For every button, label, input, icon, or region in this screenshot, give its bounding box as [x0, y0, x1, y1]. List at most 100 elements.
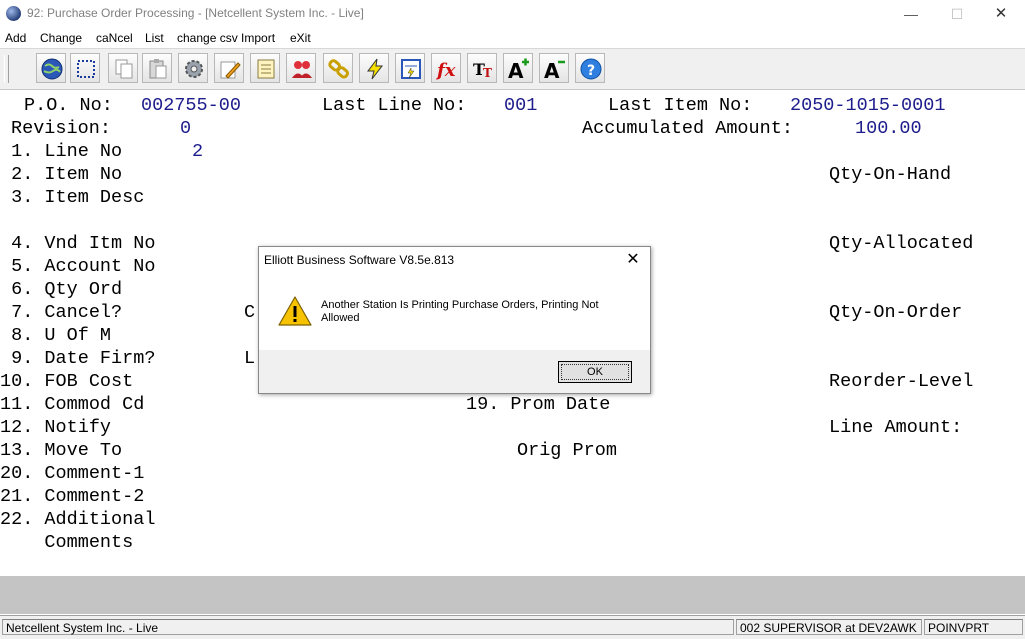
globe-button[interactable] — [36, 53, 66, 83]
settings-gear-icon — [185, 60, 203, 78]
commod-cd-label: 11. Commod Cd — [0, 394, 145, 415]
line-no-value[interactable]: 2 — [192, 140, 203, 163]
menu-add[interactable]: Add — [5, 31, 26, 45]
menu-list[interactable]: List — [145, 31, 164, 45]
revision-value: 0 — [180, 118, 192, 139]
warning-icon — [278, 296, 312, 326]
menu-exit[interactable]: eXit — [290, 31, 311, 45]
status-program: POINVPRT — [924, 619, 1023, 635]
toolbar-grip — [4, 55, 9, 83]
help-button[interactable]: ? — [575, 53, 605, 83]
status-company: Netcellent System Inc. - Live — [2, 619, 734, 635]
accumulated-amount-value: 100.00 — [855, 118, 922, 139]
reorder-level-label: Reorder-Level — [829, 371, 974, 392]
svg-text:T: T — [483, 66, 492, 80]
font-increase-icon: A — [508, 58, 529, 81]
po-number-value[interactable]: 002755-00 — [141, 94, 241, 117]
copy-button[interactable] — [108, 53, 138, 83]
link-button[interactable] — [323, 53, 353, 83]
window-title: 92: Purchase Order Processing - [Netcell… — [27, 6, 364, 20]
account-no-label: 5. Account No — [0, 256, 156, 277]
app-globe-icon — [6, 6, 21, 21]
menu-change[interactable]: Change — [40, 31, 82, 45]
svg-text:A: A — [544, 59, 560, 81]
paste-icon — [149, 59, 167, 79]
comment-1-label: 20. Comment-1 — [0, 463, 145, 484]
po-number-label: P.O. No: — [24, 95, 113, 116]
notify-label: 12. Notify — [0, 417, 112, 438]
font-type-button[interactable]: TT — [467, 53, 497, 83]
function-fx-icon: fx — [435, 60, 456, 81]
copy-icon — [115, 59, 133, 79]
users-icon — [292, 61, 312, 78]
additional-label: 22. Additional — [0, 509, 156, 530]
message-dialog: Elliott Business Software V8.5e.813 ✕ An… — [258, 246, 651, 394]
selection-icon — [77, 60, 95, 78]
report-button[interactable] — [395, 53, 425, 83]
comment-2-label: 21. Comment-2 — [0, 486, 145, 507]
qty-allocated-label: Qty-Allocated — [829, 233, 974, 254]
lightning-button[interactable] — [359, 53, 389, 83]
function-button[interactable]: fx — [431, 53, 461, 83]
qty-on-hand-label: Qty-On-Hand — [829, 164, 952, 185]
font-decrease-button[interactable]: A — [539, 53, 569, 83]
screen-bottom-band — [0, 576, 1025, 614]
item-no-label: 2. Item No — [0, 164, 123, 185]
menu-cancel[interactable]: caNcel — [96, 31, 133, 45]
selection-button[interactable] — [70, 53, 100, 83]
date-firm-partial-text: L — [244, 348, 256, 369]
svg-text:A: A — [508, 59, 524, 81]
help-icon: ? — [580, 58, 602, 80]
date-firm-label: 9. Date Firm? — [0, 348, 156, 369]
font-increase-button[interactable]: A — [503, 53, 533, 83]
dialog-title: Elliott Business Software V8.5e.813 — [264, 253, 455, 267]
edit-button[interactable] — [214, 53, 244, 83]
last-line-label: Last Line No: — [322, 95, 467, 116]
svg-text:fx: fx — [435, 60, 456, 81]
line-amount-label: Line Amount: — [829, 417, 963, 438]
link-chain-icon — [328, 59, 350, 79]
lightning-icon — [367, 58, 384, 80]
last-item-value: 2050-1015-0001 — [790, 95, 946, 116]
comments-label: Comments — [0, 532, 134, 553]
orig-prom-label: Orig Prom — [517, 440, 617, 461]
line-no-label: 1. Line No — [0, 141, 123, 162]
users-button[interactable] — [286, 53, 316, 83]
cancel-partial-text: C — [244, 302, 256, 323]
notepad-icon — [257, 59, 275, 79]
paste-button[interactable] — [142, 53, 172, 83]
cancel-label: 7. Cancel? — [0, 302, 123, 323]
last-item-label: Last Item No: — [608, 95, 753, 116]
qty-on-order-label: Qty-On-Order — [829, 302, 963, 323]
accumulated-amount-label: Accumulated Amount: — [582, 118, 793, 139]
maximize-button[interactable]: ☐ — [934, 0, 980, 28]
move-to-label: 13. Move To — [0, 440, 123, 461]
close-window-button[interactable]: ✕ — [978, 0, 1024, 28]
dialog-footer: OK — [259, 350, 650, 393]
status-user: 002 SUPERVISOR at DEV2AWK — [736, 619, 922, 635]
font-decrease-icon: A — [544, 59, 565, 81]
menu-change-csv-import[interactable]: change csv Import — [177, 31, 275, 45]
settings-button[interactable] — [178, 53, 208, 83]
edit-pencil-icon — [220, 61, 241, 79]
menu-bar: Add Change caNcel List change csv Import… — [0, 29, 1025, 47]
revision-label: Revision: — [11, 118, 111, 139]
minimize-button[interactable]: — — [888, 0, 934, 28]
ok-button[interactable]: OK — [558, 361, 632, 383]
notepad-button[interactable] — [250, 53, 280, 83]
title-bar: 92: Purchase Order Processing - [Netcell… — [0, 0, 1025, 28]
u-of-m-label: 8. U Of M — [0, 325, 112, 346]
prom-date-label: 19. Prom Date — [466, 394, 611, 415]
status-bar: Netcellent System Inc. - Live 002 SUPERV… — [0, 615, 1025, 639]
fob-cost-label: 10. FOB Cost — [0, 371, 134, 392]
toolbar: fx TT A A ? — [0, 48, 1025, 90]
item-desc-label: 3. Item Desc — [0, 187, 145, 208]
report-icon — [401, 59, 421, 79]
vendor-item-no-label: 4. Vnd Itm No — [0, 233, 156, 254]
dialog-close-button[interactable]: ✕ — [621, 249, 645, 271]
svg-text:?: ? — [587, 63, 595, 79]
dialog-message: Another Station Is Printing Purchase Ord… — [321, 299, 599, 324]
last-line-value: 001 — [504, 95, 538, 116]
qty-ord-label: 6. Qty Ord — [0, 279, 123, 300]
globe-icon — [41, 58, 63, 80]
